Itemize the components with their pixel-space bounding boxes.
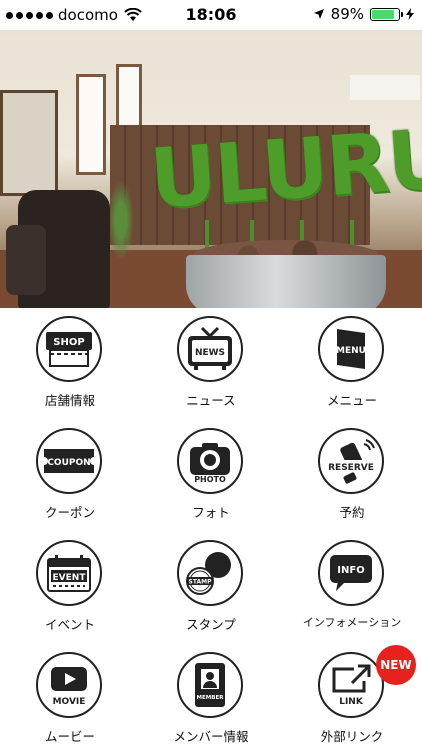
menu-item-menu[interactable]: MENU メニュー xyxy=(282,308,422,420)
menu-label-coupon: クーポン xyxy=(44,505,95,520)
coupon-icon-circle: COUPON xyxy=(36,428,102,494)
member-card-icon: MEMBER xyxy=(195,663,225,707)
camera-icon: PHOTO xyxy=(190,443,230,483)
news-icon-circle: NEWS xyxy=(177,316,243,382)
menu-item-member[interactable]: MEMBER メンバー情報 xyxy=(141,644,281,756)
battery-icon xyxy=(370,7,403,21)
menu-item-news[interactable]: NEWS ニュース xyxy=(141,308,281,420)
photo-icon-circle: PHOTO xyxy=(177,428,243,494)
movie-icon-circle: MOVIE xyxy=(36,652,102,718)
svg-text:LINK: LINK xyxy=(339,697,364,707)
plant-decor xyxy=(108,180,134,260)
external-link-icon: LINK xyxy=(332,664,371,707)
svg-text:PHOTO: PHOTO xyxy=(194,475,226,483)
menu-label-photo: フォト xyxy=(192,505,230,520)
menu-label-member: メンバー情報 xyxy=(173,729,249,744)
menu-label-news: ニュース xyxy=(186,393,236,408)
svg-text:EVENT: EVENT xyxy=(53,573,87,583)
reserve-phone-icon: RESERVE xyxy=(324,439,378,484)
svg-text:MEMBER: MEMBER xyxy=(197,695,225,701)
menu-book-icon: MENU xyxy=(336,329,366,369)
link-icon-circle: LINK xyxy=(318,652,384,718)
coupon-icon: COUPON xyxy=(44,449,94,473)
menu-label-event: イベント xyxy=(44,617,95,632)
info-icon-circle: INFO xyxy=(318,540,384,606)
menu-item-photo[interactable]: PHOTO フォト xyxy=(141,420,281,532)
window-decor xyxy=(76,74,106,175)
svg-text:SHOP: SHOP xyxy=(53,337,84,348)
calendar-icon: EVENT xyxy=(47,555,91,592)
menu-item-event[interactable]: EVENT イベント xyxy=(0,532,140,644)
menu-item-stamp[interactable]: STAMP スタンプ xyxy=(141,532,281,644)
menu-icon-circle: MENU xyxy=(318,316,384,382)
reserve-icon-circle: RESERVE xyxy=(318,428,384,494)
menu-item-shop[interactable]: SHOP 店舗情報 xyxy=(0,308,140,420)
menu-grid: SHOP 店舗情報 NEWS ニュース MENU メニュー COUPON クーポ… xyxy=(0,308,422,750)
new-badge: NEW xyxy=(376,645,416,685)
svg-text:MOVIE: MOVIE xyxy=(53,697,86,707)
menu-item-info[interactable]: INFO インフォメーション xyxy=(282,532,422,644)
shop-icon-circle: SHOP xyxy=(36,316,102,382)
menu-item-reserve[interactable]: RESERVE 予約 xyxy=(282,420,422,532)
member-icon-circle: MEMBER xyxy=(177,652,243,718)
svg-text:COUPON: COUPON xyxy=(47,458,90,468)
event-icon-circle: EVENT xyxy=(36,540,102,606)
menu-label-link: 外部リンク xyxy=(320,729,384,744)
stamp-icon-circle: STAMP xyxy=(177,540,243,606)
svg-text:RESERVE: RESERVE xyxy=(328,463,374,473)
status-right: 89% xyxy=(313,5,414,23)
menu-label-shop: 店舗情報 xyxy=(44,393,95,408)
menu-label-reserve: 予約 xyxy=(339,505,365,520)
menu-item-movie[interactable]: MOVIE ムービー xyxy=(0,644,140,756)
status-bar: docomo 18:06 89% xyxy=(0,0,422,30)
ceiling-light xyxy=(350,75,420,100)
svg-text:STAMP: STAMP xyxy=(189,579,213,586)
mirror-decor xyxy=(0,90,58,196)
menu-label-stamp: スタンプ xyxy=(186,617,236,632)
svg-text:INFO: INFO xyxy=(337,565,364,576)
menu-label-menu: メニュー xyxy=(326,393,377,408)
planter-bucket xyxy=(186,255,386,308)
info-bubble-icon: INFO xyxy=(330,555,372,591)
uluru-moss-logo: ULURU xyxy=(147,111,422,228)
charging-bolt-icon xyxy=(406,8,414,20)
hero-banner-image: ULURU xyxy=(0,30,422,308)
menu-label-info: インフォメーション xyxy=(302,616,402,629)
stamp-icon: STAMP xyxy=(186,552,231,595)
shop-icon: SHOP xyxy=(46,332,92,367)
menu-item-coupon[interactable]: COUPON クーポン xyxy=(0,420,140,532)
news-tv-icon: NEWS xyxy=(188,326,232,370)
menu-label-movie: ムービー xyxy=(44,729,95,744)
location-arrow-icon xyxy=(313,9,324,19)
svg-text:NEWS: NEWS xyxy=(195,348,225,358)
salon-chair-arm xyxy=(6,225,46,295)
movie-play-icon: MOVIE xyxy=(51,667,87,707)
svg-text:MENU: MENU xyxy=(336,346,366,356)
battery-percent: 89% xyxy=(330,5,364,23)
